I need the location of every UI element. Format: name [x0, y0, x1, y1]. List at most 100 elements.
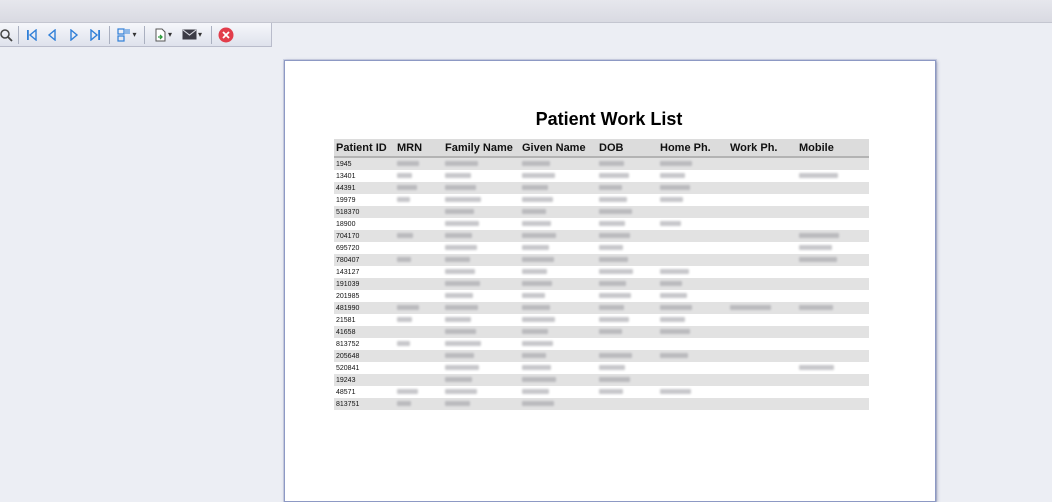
redacted-value — [522, 232, 556, 238]
redacted-cell — [395, 194, 443, 206]
redacted-cell — [658, 170, 728, 182]
redacted-cell — [395, 302, 443, 314]
col-home-phone: Home Ph. — [658, 139, 728, 158]
previous-page-icon[interactable] — [41, 25, 63, 45]
redacted-value — [799, 244, 832, 250]
redacted-cell — [728, 338, 797, 350]
redacted-value — [397, 388, 418, 394]
redacted-cell — [597, 182, 658, 194]
redacted-cell — [395, 242, 443, 254]
redacted-cell — [797, 170, 869, 182]
table-row: 205648 — [334, 350, 869, 362]
close-icon[interactable] — [216, 25, 236, 45]
redacted-value — [599, 268, 633, 274]
redacted-cell — [728, 230, 797, 242]
redacted-cell — [395, 230, 443, 242]
col-work-phone: Work Ph. — [728, 139, 797, 158]
chevron-down-icon[interactable]: ▾ — [198, 30, 202, 39]
redacted-value — [445, 208, 474, 214]
redacted-value — [445, 196, 481, 202]
redacted-value — [660, 220, 681, 226]
page-layout-icon[interactable]: ▾ — [114, 25, 140, 45]
redacted-value — [397, 400, 411, 406]
redacted-cell — [597, 326, 658, 338]
redacted-cell — [443, 386, 520, 398]
redacted-cell — [728, 350, 797, 362]
redacted-value — [397, 316, 412, 322]
redacted-cell — [597, 218, 658, 230]
chevron-down-icon[interactable]: ▾ — [132, 30, 136, 39]
report-title: Patient Work List — [535, 109, 683, 129]
redacted-value — [799, 232, 839, 238]
redacted-value — [445, 388, 477, 394]
redacted-value — [522, 172, 555, 178]
redacted-cell — [597, 157, 658, 170]
redacted-cell — [658, 386, 728, 398]
redacted-cell — [597, 350, 658, 362]
redacted-value — [445, 184, 476, 190]
redacted-cell — [658, 374, 728, 386]
patient-id-cell: 19979 — [336, 196, 356, 204]
redacted-cell — [520, 362, 597, 374]
redacted-value — [445, 364, 479, 370]
redacted-cell — [728, 386, 797, 398]
redacted-cell — [443, 326, 520, 338]
redacted-cell — [728, 194, 797, 206]
redacted-value — [599, 196, 627, 202]
first-page-icon[interactable] — [23, 25, 41, 45]
last-page-icon[interactable] — [85, 25, 105, 45]
redacted-cell — [728, 157, 797, 170]
redacted-value — [599, 304, 624, 310]
table-row: 201985 — [334, 290, 869, 302]
email-icon[interactable]: ▾ — [177, 25, 207, 45]
redacted-cell — [443, 194, 520, 206]
redacted-cell — [443, 290, 520, 302]
redacted-cell — [395, 326, 443, 338]
redacted-cell — [797, 398, 869, 410]
patient-id-cell: 44391 — [334, 182, 395, 194]
redacted-cell — [597, 194, 658, 206]
redacted-value — [660, 388, 691, 394]
zoom-icon[interactable] — [0, 25, 14, 45]
redacted-value — [522, 340, 553, 346]
redacted-cell — [797, 254, 869, 266]
redacted-value — [445, 232, 472, 238]
redacted-cell — [597, 230, 658, 242]
chevron-down-icon[interactable]: ▾ — [168, 30, 172, 39]
redacted-value — [599, 328, 622, 334]
redacted-cell — [597, 254, 658, 266]
redacted-cell — [443, 302, 520, 314]
redacted-cell — [520, 194, 597, 206]
redacted-cell — [395, 290, 443, 302]
redacted-cell — [443, 218, 520, 230]
redacted-cell — [797, 326, 869, 338]
next-page-icon[interactable] — [63, 25, 85, 45]
redacted-cell — [520, 386, 597, 398]
redacted-cell — [658, 218, 728, 230]
redacted-value — [660, 328, 690, 334]
redacted-cell — [597, 170, 658, 182]
redacted-value — [522, 376, 556, 382]
redacted-cell — [443, 362, 520, 374]
redacted-cell — [728, 266, 797, 278]
redacted-cell — [395, 182, 443, 194]
redacted-cell — [597, 362, 658, 374]
export-icon[interactable]: ▾ — [149, 25, 177, 45]
redacted-value — [445, 268, 475, 274]
redacted-value — [397, 196, 410, 202]
redacted-cell — [443, 266, 520, 278]
redacted-cell — [443, 254, 520, 266]
redacted-cell — [520, 338, 597, 350]
patient-id-cell: 813751 — [334, 398, 395, 410]
patient-id-cell: 19243 — [334, 374, 395, 386]
redacted-cell — [797, 218, 869, 230]
redacted-value — [522, 184, 548, 190]
redacted-value — [522, 292, 545, 298]
redacted-cell — [728, 314, 797, 326]
table-row: 21581 — [334, 314, 869, 326]
redacted-cell — [520, 302, 597, 314]
toolbar-separator — [109, 25, 110, 44]
redacted-value — [599, 220, 625, 226]
redacted-value — [599, 244, 623, 250]
patient-id-cell: 704170 — [334, 230, 395, 242]
